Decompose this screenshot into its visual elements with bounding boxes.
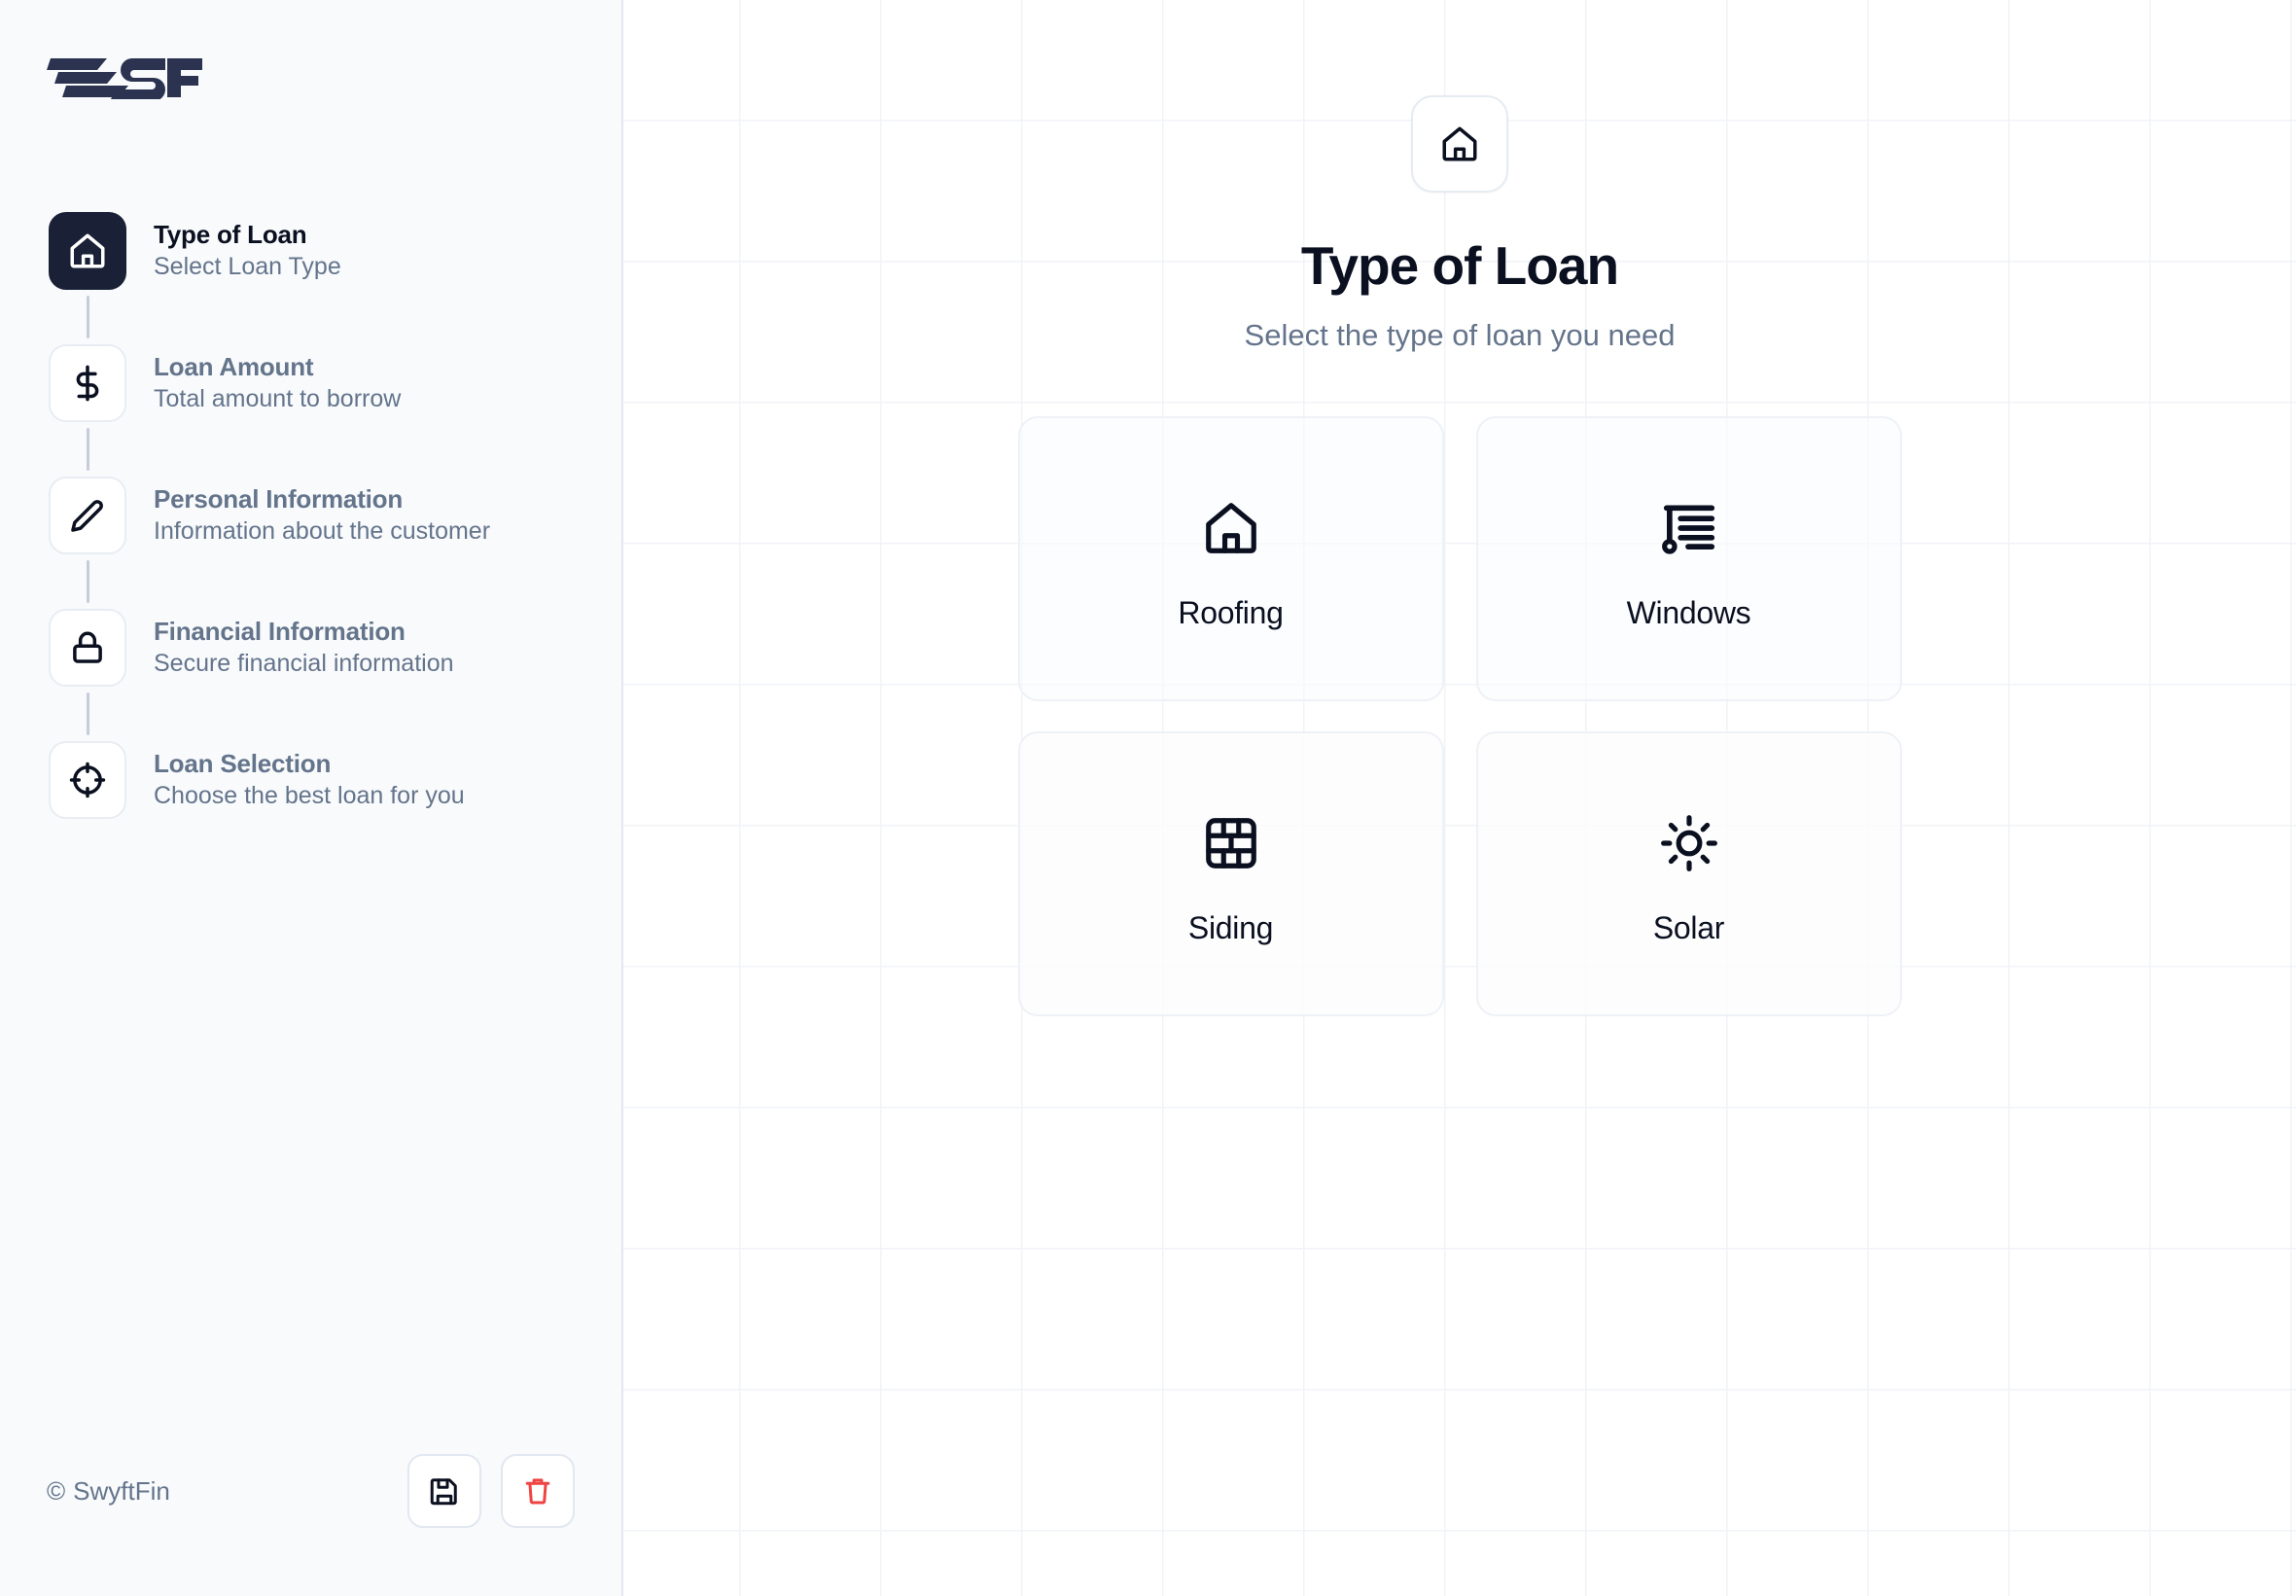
copyright: © SwyftFin <box>47 1476 170 1507</box>
loan-type-panel: Type of Loan Select the type of loan you… <box>623 0 2296 1016</box>
brand-logo[interactable] <box>47 51 202 99</box>
app-root: Type of Loan Select Loan Type Loan Amoun… <box>0 0 2296 1596</box>
target-icon <box>49 741 126 819</box>
step-connector <box>87 296 89 338</box>
swyftfin-logo-icon <box>47 51 202 99</box>
lock-icon <box>49 609 126 687</box>
blinds-icon <box>1659 486 1719 570</box>
main-content: Type of Loan Select the type of loan you… <box>623 0 2296 1596</box>
pencil-icon <box>49 477 126 554</box>
step-title: Loan Selection <box>154 750 465 778</box>
steps-list: Type of Loan Select Loan Type Loan Amoun… <box>49 206 593 825</box>
loan-type-card-siding[interactable]: Siding <box>1018 731 1444 1016</box>
step-subtitle: Choose the best loan for you <box>154 782 465 810</box>
step-title: Financial Information <box>154 618 454 646</box>
loan-type-card-windows[interactable]: Windows <box>1476 416 1902 701</box>
loan-type-label: Siding <box>1188 910 1273 946</box>
page-subtitle: Select the type of loan you need <box>1245 320 1676 350</box>
sidebar-step-loan-amount[interactable]: Loan Amount Total amount to borrow <box>49 338 593 428</box>
step-title: Loan Amount <box>154 353 401 381</box>
copyright-text: SwyftFin <box>73 1476 170 1507</box>
sidebar-step-personal-information[interactable]: Personal Information Information about t… <box>49 471 593 560</box>
footer-actions <box>407 1454 575 1528</box>
home-icon <box>49 212 126 290</box>
delete-button[interactable] <box>501 1454 575 1528</box>
step-subtitle: Secure financial information <box>154 650 454 678</box>
page-header-icon <box>1411 95 1508 193</box>
loan-type-label: Windows <box>1627 595 1751 631</box>
step-subtitle: Information about the customer <box>154 517 490 546</box>
dollar-icon <box>49 344 126 422</box>
loan-type-label: Roofing <box>1178 595 1283 631</box>
sidebar: Type of Loan Select Loan Type Loan Amoun… <box>0 0 623 1596</box>
page-title: Type of Loan <box>1301 239 1618 293</box>
step-title: Type of Loan <box>154 221 341 249</box>
step-connector <box>87 692 89 735</box>
loan-type-label: Solar <box>1653 910 1724 946</box>
trash-icon <box>520 1473 555 1508</box>
brick-wall-icon <box>1201 801 1261 885</box>
sidebar-footer: © SwyftFin <box>47 1454 575 1528</box>
sun-icon <box>1659 801 1719 885</box>
sidebar-step-loan-selection[interactable]: Loan Selection Choose the best loan for … <box>49 735 593 825</box>
copyright-symbol: © <box>47 1476 65 1507</box>
step-connector <box>87 560 89 603</box>
step-subtitle: Select Loan Type <box>154 253 341 281</box>
step-subtitle: Total amount to borrow <box>154 385 401 413</box>
loan-type-grid: Roofing W <box>1018 416 1902 1016</box>
home-icon <box>1201 486 1261 570</box>
sidebar-step-type-of-loan[interactable]: Type of Loan Select Loan Type <box>49 206 593 296</box>
loan-type-card-solar[interactable]: Solar <box>1476 731 1902 1016</box>
home-icon <box>1439 124 1480 164</box>
sidebar-step-financial-information[interactable]: Financial Information Secure financial i… <box>49 603 593 692</box>
save-icon <box>427 1473 462 1508</box>
step-connector <box>87 428 89 471</box>
step-title: Personal Information <box>154 485 490 514</box>
save-button[interactable] <box>407 1454 481 1528</box>
loan-type-card-roofing[interactable]: Roofing <box>1018 416 1444 701</box>
